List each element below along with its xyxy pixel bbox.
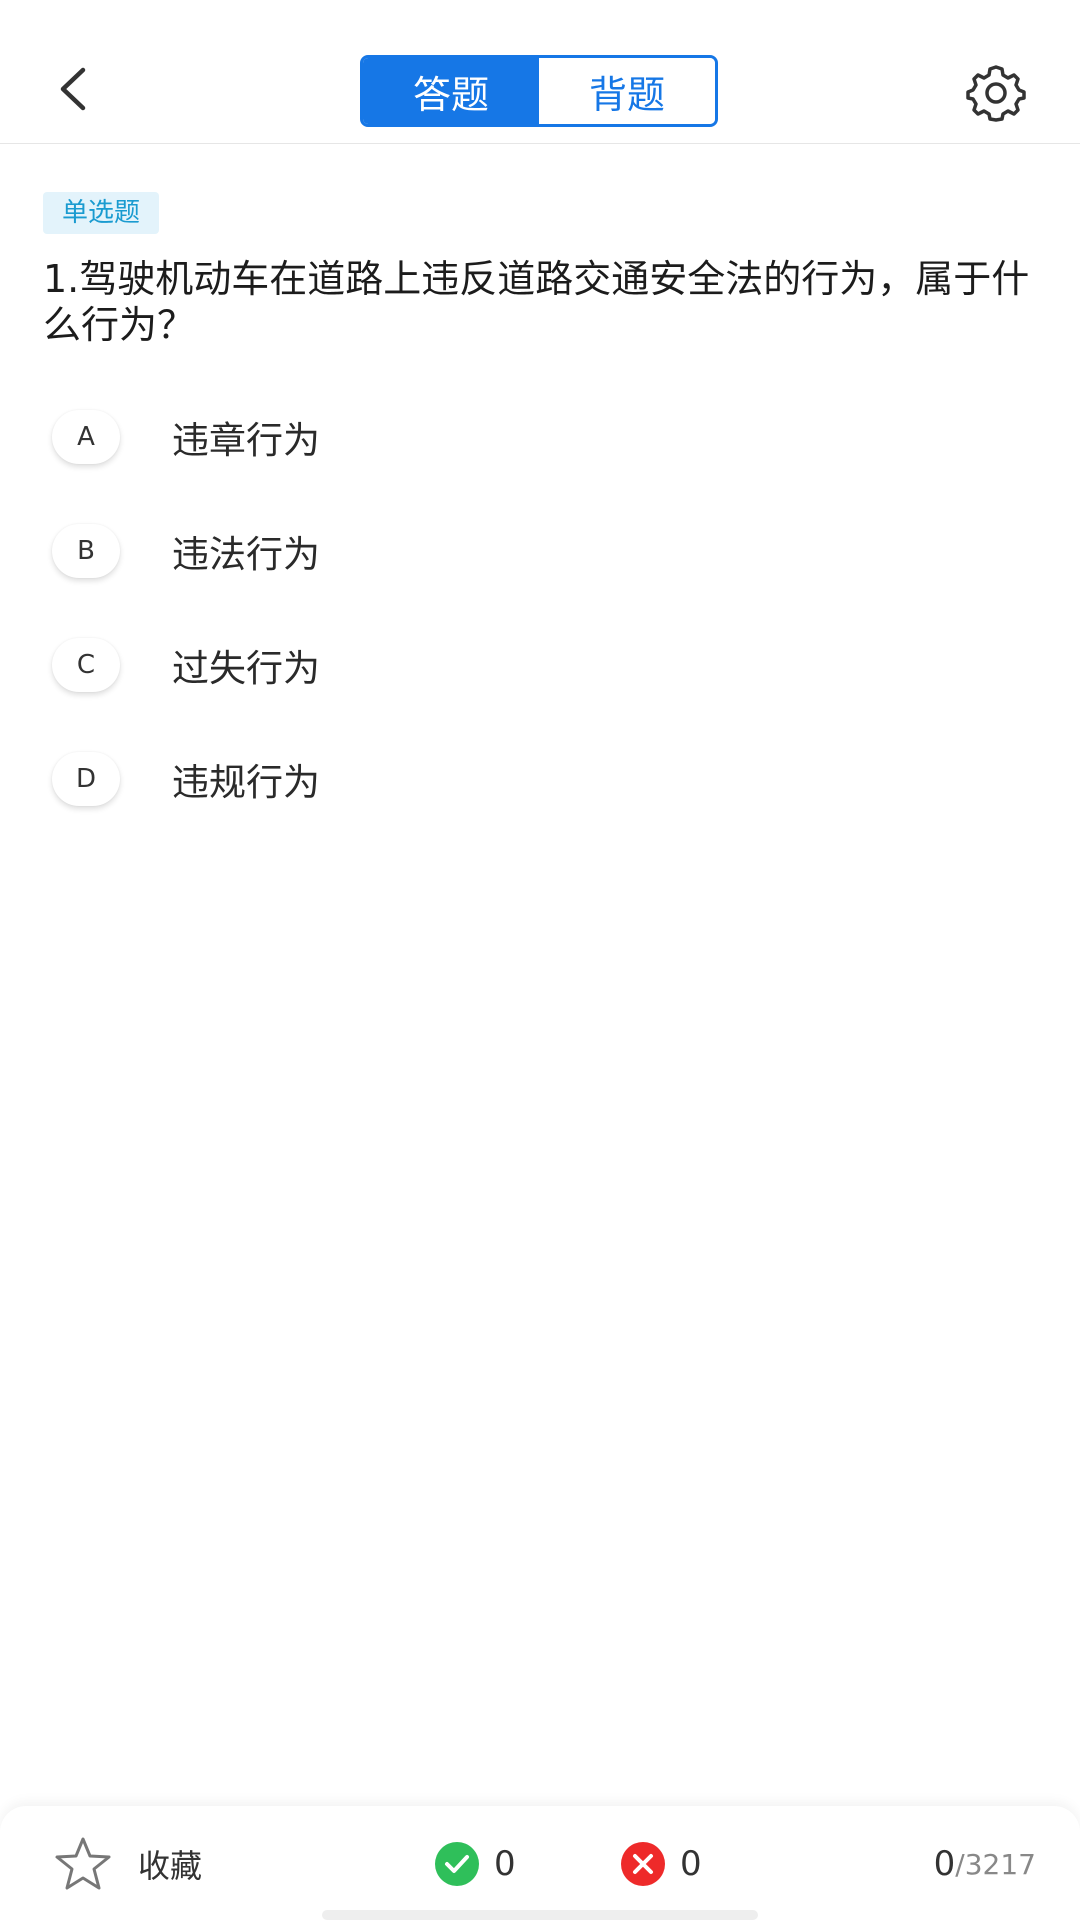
- option-a[interactable]: A 违章行为: [52, 405, 1012, 469]
- option-key: C: [52, 638, 120, 692]
- option-label: 违规行为: [172, 761, 320, 804]
- option-key: B: [52, 524, 120, 578]
- wrong-count: 0: [680, 1844, 702, 1884]
- progress-current: 0: [933, 1844, 956, 1884]
- option-label: 过失行为: [172, 647, 320, 690]
- question-text: 1.驾驶机动车在道路上违反道路交通安全法的行为，属于什么行为？: [43, 257, 1030, 347]
- header: 答题 背题: [0, 0, 1080, 144]
- correct-count: 0: [494, 1844, 516, 1884]
- check-circle-icon: [435, 1842, 479, 1886]
- x-circle-icon: [621, 1842, 665, 1886]
- option-d[interactable]: D 违规行为: [52, 747, 1012, 811]
- back-button[interactable]: [48, 60, 96, 118]
- chevron-left-icon: [60, 67, 86, 111]
- gear-icon: [966, 65, 1026, 122]
- option-key: A: [52, 410, 120, 464]
- tab-answer[interactable]: 答题: [363, 58, 539, 124]
- tab-recite[interactable]: 背题: [539, 58, 715, 124]
- bottom-bar: 收藏 0 0 0 /3217: [0, 1806, 1080, 1920]
- option-key: D: [52, 752, 120, 806]
- settings-button[interactable]: [964, 63, 1028, 122]
- question-type-badge: 单选题: [43, 192, 160, 234]
- home-indicator: [322, 1910, 758, 1920]
- favorite-label: 收藏: [138, 1847, 203, 1885]
- option-label: 违章行为: [172, 419, 320, 462]
- favorite-button[interactable]: 收藏: [54, 1836, 202, 1892]
- mode-toggle: 答题 背题: [360, 55, 718, 127]
- wrong-stat: 0: [620, 1836, 702, 1892]
- question-progress[interactable]: 0 /3217: [934, 1836, 1036, 1892]
- option-b[interactable]: B 违法行为: [52, 519, 1012, 583]
- page: 答题 背题 单选题 1.驾驶机动车在道路上违反道路交通安全法的行为，属于什么行为…: [0, 0, 1080, 1920]
- option-label: 违法行为: [172, 533, 320, 576]
- option-c[interactable]: C 过失行为: [52, 633, 1012, 697]
- progress-total: /3217: [955, 1847, 1036, 1881]
- correct-stat: 0: [434, 1836, 516, 1892]
- star-icon: [55, 1837, 111, 1890]
